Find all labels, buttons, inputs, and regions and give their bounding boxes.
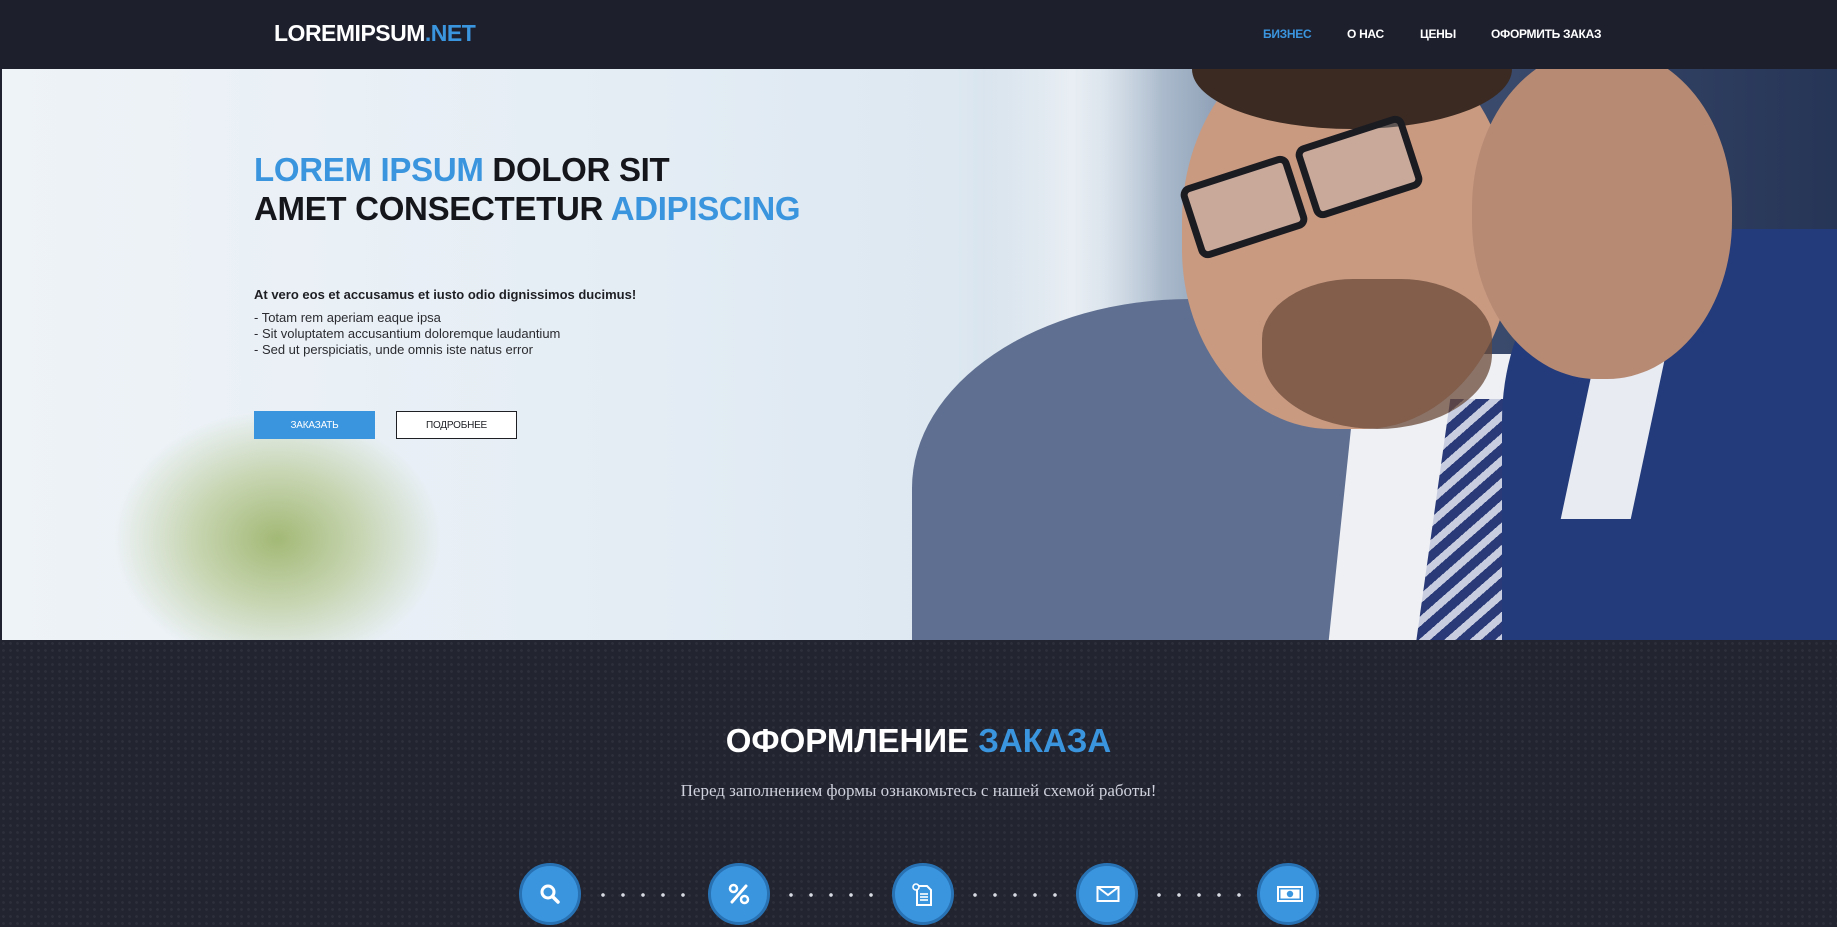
hero-title-accent-1: LOREM IPSUM: [254, 151, 484, 188]
search-icon: [540, 884, 560, 904]
hero-title: LOREM IPSUM DOLOR SIT AMET CONSECTETUR A…: [254, 150, 801, 228]
list-item: - Sit voluptatem accusantium doloremque …: [254, 326, 561, 341]
hero-person-beard: [1262, 279, 1492, 429]
main-nav: БИЗНЕС О НАС ЦЕНЫ ОФОРМИТЬ ЗАКАЗ: [0, 27, 1837, 47]
order-section-subtitle: Перед заполнением формы ознакомьтесь с н…: [680, 781, 1157, 800]
nav-item-order[interactable]: ОФОРМИТЬ ЗАКАЗ: [1491, 27, 1601, 41]
order-section: ОФОРМЛЕНИЕ ЗАКАЗА Перед заполнением форм…: [0, 640, 1837, 927]
step-connector: [965, 893, 1069, 897]
details-button[interactable]: ПОДРОБНЕЕ: [396, 411, 517, 439]
nav-item-about[interactable]: О НАС: [1347, 27, 1384, 41]
envelope-icon: [1096, 886, 1120, 902]
hero-lead: At vero eos et accusamus et iusto odio d…: [254, 287, 637, 302]
list-item: - Sed ut perspiciatis, unde omnis iste n…: [254, 342, 533, 357]
hero-title-part-2: AMET CONSECTETUR: [254, 190, 604, 227]
hero-feature-list: - Totam rem aperiam eaque ipsa - Sit vol…: [254, 310, 560, 358]
site-header: LOREMIPSUM.NET БИЗНЕС О НАС ЦЕНЫ ОФОРМИТ…: [0, 0, 1837, 69]
step-connector: [1149, 893, 1253, 897]
order-title-main: ОФОРМЛЕНИЕ: [725, 722, 970, 759]
order-title-accent: ЗАКАЗА: [978, 722, 1112, 759]
percent-icon: [728, 883, 750, 905]
step-payment[interactable]: [1257, 863, 1319, 925]
hero-second-person-head: [1472, 69, 1732, 379]
nav-item-prices[interactable]: ЦЕНЫ: [1420, 27, 1456, 41]
nav-item-business[interactable]: БИЗНЕС: [1263, 27, 1312, 41]
step-discount[interactable]: [708, 863, 770, 925]
money-icon: [1277, 886, 1303, 902]
order-button[interactable]: ЗАКАЗАТЬ: [254, 411, 375, 439]
hero-section: LOREM IPSUM DOLOR SIT AMET CONSECTETUR A…: [2, 69, 1837, 640]
order-section-title: ОФОРМЛЕНИЕ ЗАКАЗА: [0, 722, 1837, 760]
step-email[interactable]: [1076, 863, 1138, 925]
step-connector: [781, 893, 885, 897]
document-icon: [912, 883, 932, 906]
hero-title-accent-2: ADIPISCING: [610, 190, 801, 227]
hero-plant-image: [112, 409, 442, 640]
hero-title-part-1: DOLOR SIT: [492, 151, 670, 188]
step-connector: [593, 893, 697, 897]
list-item: - Totam rem aperiam eaque ipsa: [254, 310, 441, 325]
step-document[interactable]: [892, 863, 954, 925]
step-search[interactable]: [519, 863, 581, 925]
